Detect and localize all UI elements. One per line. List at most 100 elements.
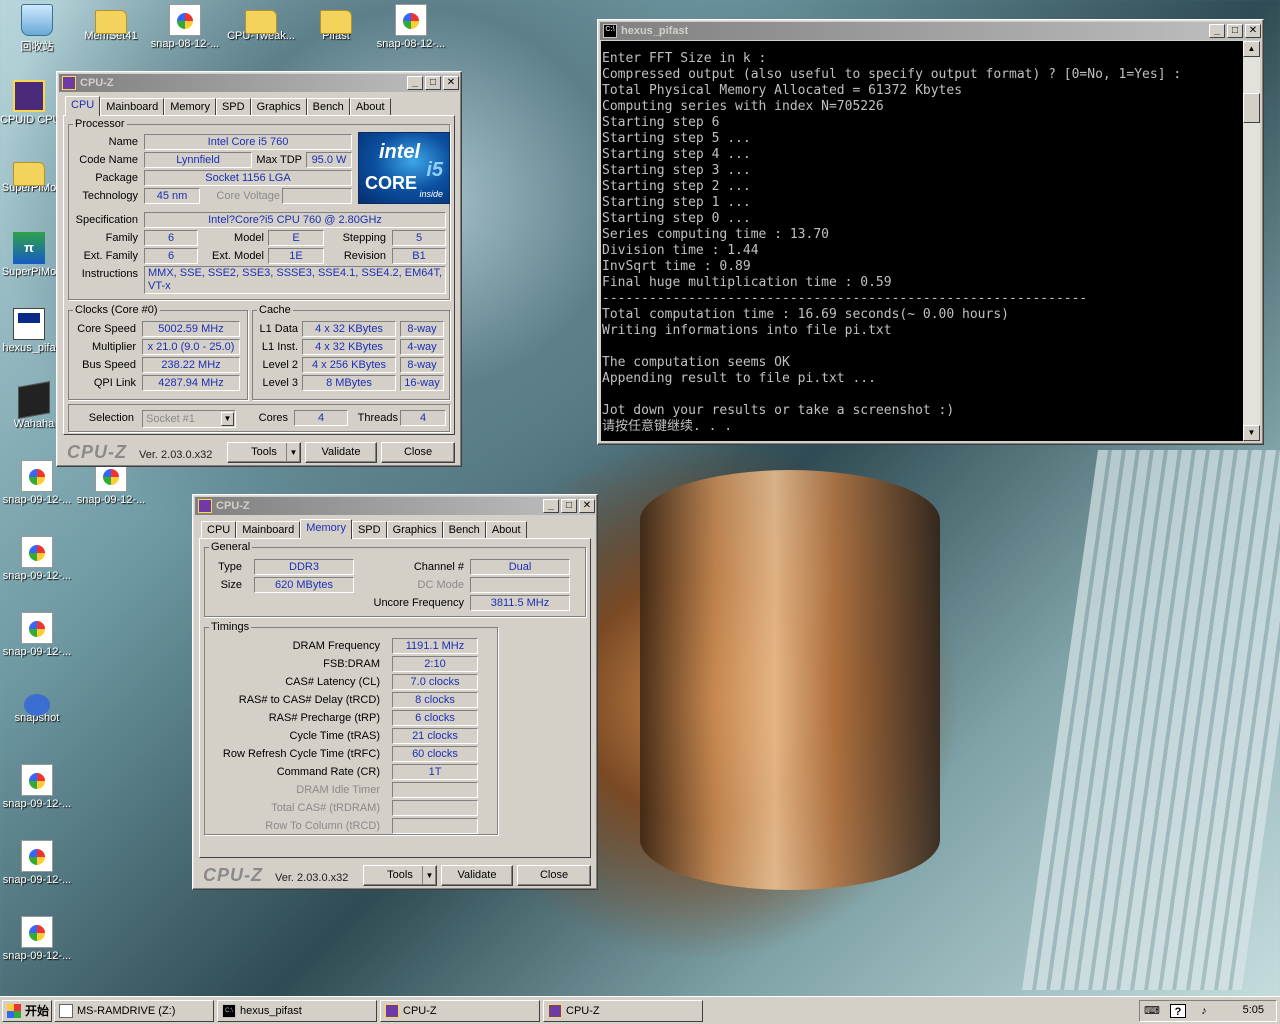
task-cpuz-2[interactable]: CPU-Z	[543, 1000, 703, 1022]
close-window-button[interactable]: ✕	[1245, 24, 1261, 38]
extmodel-label: Ext. Model	[212, 250, 264, 262]
desktop-icon-hexus-pifast[interactable]: hexus_pifa	[0, 308, 58, 354]
folder-icon	[245, 10, 277, 34]
memory-tab-panel: General Type DDR3 Size 620 MBytes Channe…	[199, 538, 591, 858]
folder-icon	[95, 10, 127, 34]
tab-cpu[interactable]: CPU	[201, 521, 237, 539]
console-line: Starting step 4 ...	[602, 147, 751, 162]
title-bar[interactable]: CPU-Z _ □ ✕	[59, 74, 459, 92]
trcd-value: 8 clocks	[392, 692, 478, 708]
desktop-icon-cpu-tweaker[interactable]: CPU-Tweak...	[224, 4, 298, 42]
title-bar[interactable]: CPU-Z _ □ ✕	[195, 497, 595, 515]
close-button[interactable]: Close	[381, 442, 455, 463]
tab-memory[interactable]: Memory	[300, 519, 352, 539]
keyboard-icon[interactable]: ⌨	[1144, 1004, 1160, 1018]
clock[interactable]: 5:05	[1243, 1004, 1264, 1016]
scroll-thumb[interactable]	[1243, 93, 1260, 123]
desktop-icon-cpuid[interactable]: CPUID CPU	[0, 80, 58, 126]
tab-mainboard[interactable]: Mainboard	[236, 521, 301, 539]
chevron-down-icon: ▼	[422, 866, 436, 885]
tools-button[interactable]: Tools ▼	[227, 442, 301, 463]
version-label: Ver. 2.03.0.x32	[139, 449, 213, 461]
tab-about[interactable]: About	[349, 98, 391, 116]
scroll-down-icon[interactable]: ▼	[1243, 425, 1260, 441]
memory-type-value: DDR3	[254, 559, 354, 575]
socket-select[interactable]: Socket #1 ▼	[142, 410, 236, 428]
desktop-icon-snap-5[interactable]: snap-09-12-...	[0, 536, 74, 582]
desktop-icon-pifast[interactable]: Pifast	[299, 4, 373, 42]
desktop-icon-snapshot[interactable]: snapshot	[0, 688, 74, 724]
task-ms-ramdrive[interactable]: MS-RAMDRIVE (Z:)	[54, 1000, 214, 1022]
start-button[interactable]: 开始	[2, 1000, 52, 1022]
help-icon[interactable]: ?	[1170, 1004, 1186, 1018]
desktop-icon-recycle-bin[interactable]: 回收站	[0, 4, 74, 54]
validate-button[interactable]: Validate	[305, 442, 377, 463]
tab-bench[interactable]: Bench	[442, 521, 486, 539]
maxtdp-value: 95.0 W	[306, 152, 352, 168]
tab-graphics[interactable]: Graphics	[386, 521, 443, 539]
console-line: Writing informations into file pi.txt	[602, 323, 892, 338]
cpuz-cpu-window[interactable]: CPU-Z _ □ ✕ CPU Mainboard Memory SPD Gra…	[56, 71, 462, 467]
tab-cpu[interactable]: CPU	[65, 96, 101, 116]
qpilink-label: QPI Link	[93, 377, 136, 389]
desktop-icon-superpi-2[interactable]: π SuperPiMo	[0, 232, 58, 278]
uncore-frequency-value: 3811.5 MHz	[470, 595, 570, 611]
volume-icon[interactable]: ♪	[1196, 1004, 1212, 1018]
console-line: The computation seems OK	[602, 355, 790, 370]
maximize-button[interactable]: □	[1227, 24, 1243, 38]
extfamily-value: 6	[144, 248, 198, 264]
tab-mainboard[interactable]: Mainboard	[100, 98, 165, 116]
close-window-button[interactable]: ✕	[443, 76, 459, 90]
explorer-window-icon	[59, 1004, 73, 1018]
fsb-dram-label: FSB:DRAM	[323, 658, 380, 670]
console-line: Total computation time : 16.69 seconds(~…	[602, 307, 1009, 322]
tras-value: 21 clocks	[392, 728, 478, 744]
minimize-button[interactable]: _	[543, 499, 559, 513]
desktop-icon-snap-7[interactable]: snap-09-12-...	[0, 764, 74, 810]
tab-graphics[interactable]: Graphics	[250, 98, 307, 116]
tab-about[interactable]: About	[485, 521, 527, 539]
cpuz-memory-window[interactable]: CPU-Z _ □ ✕ CPU Mainboard Memory SPD Gra…	[192, 494, 598, 890]
model-value: E	[268, 230, 324, 246]
cache-l2-size: 4 x 256 KBytes	[302, 357, 396, 373]
cpuz-app-icon	[62, 76, 76, 90]
task-cpuz-1[interactable]: CPU-Z	[380, 1000, 540, 1022]
version-label: Ver. 2.03.0.x32	[275, 872, 349, 884]
maximize-button[interactable]: □	[425, 76, 441, 90]
tab-memory[interactable]: Memory	[164, 98, 216, 116]
tab-spd[interactable]: SPD	[215, 98, 251, 116]
desktop-icon-superpi-1[interactable]: SuperPiMo	[0, 156, 58, 194]
cpuz-app-icon	[385, 1004, 399, 1018]
title-bar[interactable]: C:\ hexus_pifast _ □ ✕	[600, 22, 1261, 40]
tools-button[interactable]: Tools ▼	[363, 865, 437, 886]
desktop-icon-memset[interactable]: MemSet41	[74, 4, 148, 42]
console-line: Jot down your results or take a screensh…	[602, 403, 955, 418]
image-file-icon	[21, 840, 53, 872]
name-label: Name	[108, 136, 138, 148]
console-app-icon: C:\	[222, 1004, 236, 1018]
close-button[interactable]: Close	[517, 865, 591, 886]
tab-spd[interactable]: SPD	[351, 521, 387, 539]
tab-bench[interactable]: Bench	[306, 98, 350, 116]
console-line: Division time : 1.44	[602, 243, 759, 258]
desktop-icon-snap-6[interactable]: snap-09-12-...	[0, 612, 74, 658]
trcd-label: RAS# to CAS# Delay (tRCD)	[238, 694, 380, 706]
scroll-up-icon[interactable]: ▲	[1243, 41, 1260, 57]
validate-button[interactable]: Validate	[441, 865, 513, 886]
close-window-button[interactable]: ✕	[579, 499, 595, 513]
desktop-icon-snap-1[interactable]: snap-08-12-...	[148, 4, 222, 50]
minimize-button[interactable]: _	[407, 76, 423, 90]
tras-label: Cycle Time (tRAS)	[289, 730, 380, 742]
desktop-icon-snap-8[interactable]: snap-09-12-...	[0, 840, 74, 886]
task-hexus-pifast[interactable]: C:\ hexus_pifast	[217, 1000, 377, 1022]
console-scrollbar[interactable]: ▲ ▼	[1243, 41, 1260, 441]
desktop-icon-snap-2[interactable]: snap-08-12-...	[374, 4, 448, 50]
cas-latency-label: CAS# Latency (CL)	[285, 676, 380, 688]
maximize-button[interactable]: □	[561, 499, 577, 513]
console-line: Appending result to file pi.txt ...	[602, 371, 876, 386]
desktop-icon-snap-9[interactable]: snap-09-12-...	[0, 916, 74, 962]
minimize-button[interactable]: _	[1209, 24, 1225, 38]
console-output[interactable]: Enter FFT Size in k : Compressed output …	[601, 41, 1243, 441]
cpuz-brand-logo: CPU-Z	[67, 442, 127, 462]
image-file-icon	[21, 916, 53, 948]
